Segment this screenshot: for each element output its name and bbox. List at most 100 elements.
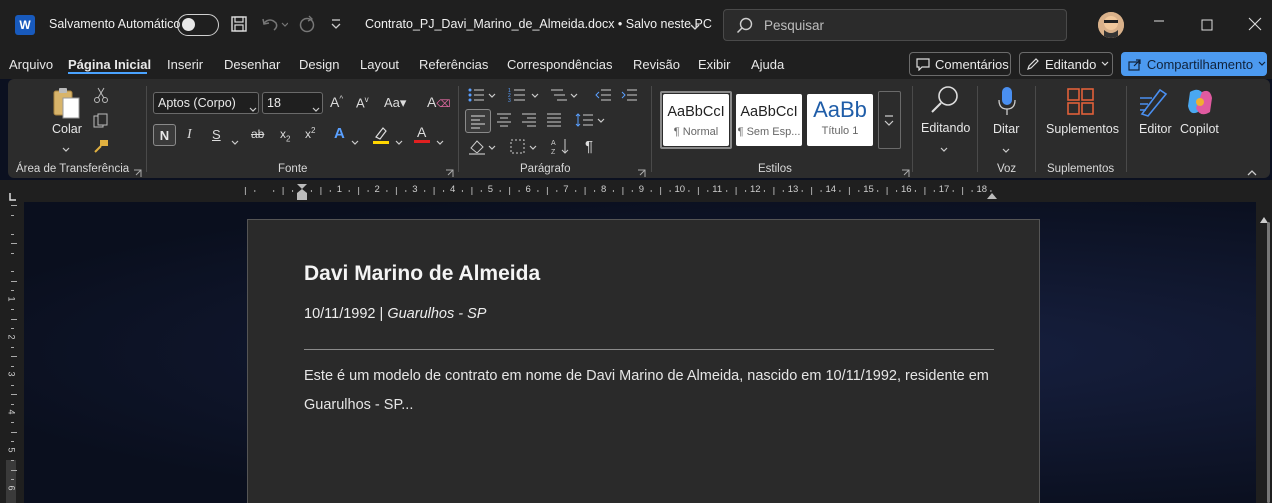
copilot-icon[interactable] — [1184, 86, 1216, 123]
add-ins-button-label[interactable]: Suplementos — [1046, 122, 1119, 136]
ruler-number: 17 — [938, 184, 950, 195]
vruler-margin — [6, 460, 16, 503]
share-button[interactable]: Compartilhamento — [1121, 52, 1267, 76]
paste-label[interactable]: Colar — [52, 122, 82, 136]
add-ins-icon[interactable] — [1066, 87, 1096, 122]
document-heading[interactable]: Davi Marino de Almeida — [304, 262, 540, 286]
align-left-button[interactable] — [465, 109, 491, 133]
vruler-number: 6 — [6, 484, 17, 491]
align-right-icon[interactable] — [520, 112, 538, 133]
editor-icon[interactable] — [1138, 86, 1170, 123]
superscript-icon[interactable]: x2 — [305, 126, 315, 141]
search-box[interactable]: Pesquisar — [723, 9, 1067, 41]
document-title[interactable]: Contrato_PJ_Davi_Marino_de_Almeida.docx … — [365, 17, 712, 31]
vertical-ruler[interactable]: 1 2 3 4 5 6 — [0, 202, 24, 503]
autosave-toggle[interactable] — [177, 14, 219, 36]
minimize-button[interactable] — [1153, 14, 1165, 32]
clear-formatting-icon[interactable]: A⌫ — [427, 94, 450, 110]
format-painter-icon[interactable] — [93, 138, 109, 159]
copilot-label[interactable]: Copilot — [1180, 122, 1219, 136]
chevron-down-icon[interactable] — [395, 133, 403, 151]
text-effects-icon[interactable]: A — [334, 125, 345, 142]
customize-toolbar-icon[interactable] — [330, 17, 342, 35]
chevron-down-icon — [312, 100, 320, 118]
editing-mode-button[interactable]: Editando — [1019, 52, 1113, 76]
align-center-icon[interactable] — [495, 112, 513, 133]
paste-icon[interactable] — [51, 86, 83, 125]
shrink-font-icon[interactable]: Av — [356, 95, 369, 110]
tab-revisao[interactable]: Revisão — [633, 57, 680, 72]
dictate-label[interactable]: Ditar — [993, 122, 1019, 136]
tab-pagina-inicial[interactable]: Página Inicial — [68, 57, 151, 72]
justify-icon[interactable] — [545, 112, 563, 133]
bold-button[interactable]: N — [153, 124, 176, 146]
tab-referencias[interactable]: Referências — [419, 57, 488, 72]
font-name-select[interactable]: Aptos (Corpo) — [153, 92, 259, 114]
style-normal[interactable]: AaBbCcI ¶ Normal — [663, 94, 729, 146]
borders-icon[interactable] — [509, 138, 539, 161]
change-case-icon[interactable]: Aa▾ — [384, 95, 406, 111]
tab-design[interactable]: Design — [299, 57, 339, 72]
ruler-number: 13 — [787, 184, 799, 195]
multilevel-list-icon[interactable] — [549, 87, 581, 108]
chevron-down-icon[interactable] — [62, 140, 70, 158]
tab-desenhar[interactable]: Desenhar — [224, 57, 280, 72]
tab-layout[interactable]: Layout — [360, 57, 399, 72]
document-page[interactable]: Davi Marino de Almeida 10/11/1992 | Guar… — [247, 219, 1040, 503]
vruler-tick — [11, 394, 17, 396]
save-icon[interactable] — [230, 15, 248, 33]
sort-icon[interactable]: AZ — [551, 137, 573, 162]
vruler-tick — [11, 233, 14, 235]
style-heading-1[interactable]: AaBb Título 1 — [807, 94, 873, 146]
undo-icon[interactable] — [260, 15, 289, 38]
vruler-tick — [11, 469, 17, 471]
chevron-down-icon[interactable] — [436, 133, 444, 151]
increase-indent-icon[interactable] — [621, 87, 639, 108]
cut-icon[interactable] — [93, 87, 109, 108]
search-input[interactable]: Pesquisar — [764, 18, 824, 33]
highlight-icon[interactable] — [372, 125, 390, 150]
tab-arquivo[interactable]: Arquivo — [9, 57, 53, 72]
shading-icon[interactable] — [468, 138, 498, 161]
chevron-down-icon[interactable] — [940, 140, 948, 158]
numbering-icon[interactable]: 123 — [508, 87, 542, 108]
scroll-thumb[interactable] — [1267, 222, 1270, 503]
underline-button[interactable]: S — [212, 127, 221, 142]
editor-label[interactable]: Editor — [1139, 122, 1172, 136]
subscript-icon[interactable]: x2 — [280, 127, 290, 143]
svg-text:3: 3 — [508, 98, 511, 103]
tab-ajuda[interactable]: Ajuda — [751, 57, 784, 72]
strikethrough-icon[interactable]: ab — [251, 127, 264, 141]
redo-icon[interactable] — [297, 15, 317, 38]
avatar[interactable] — [1098, 12, 1124, 38]
editing-label[interactable]: Editando — [921, 121, 970, 135]
style-no-spacing[interactable]: AaBbCcI ¶ Sem Esp... — [736, 94, 802, 146]
font-color-icon[interactable]: A — [413, 124, 431, 149]
document-body-text[interactable]: Este é um modelo de contrato em nome de … — [304, 362, 994, 420]
tab-correspondencias[interactable]: Correspondências — [507, 57, 613, 72]
italic-button[interactable]: I — [187, 127, 192, 143]
ruler-number: 7 — [563, 184, 569, 195]
decrease-indent-icon[interactable] — [595, 87, 613, 108]
vertical-scrollbar[interactable] — [1256, 202, 1272, 503]
chevron-down-icon[interactable] — [1002, 141, 1010, 159]
chevron-down-icon[interactable] — [690, 19, 700, 37]
horizontal-ruler[interactable]: 1 2 3 4 5 6 7 8 9 10 11 12 13 14 15 16 17 18 — [0, 180, 1272, 202]
line-spacing-icon[interactable] — [575, 112, 607, 133]
microphone-icon[interactable] — [996, 86, 1018, 123]
find-icon[interactable] — [928, 84, 962, 121]
add-ins-group-label: Suplementos — [1047, 163, 1115, 175]
close-button[interactable] — [1248, 17, 1262, 35]
chevron-down-icon[interactable] — [351, 133, 359, 151]
copy-icon[interactable] — [93, 113, 109, 134]
styles-more-button[interactable] — [878, 91, 901, 149]
grow-font-icon[interactable]: A^ — [330, 94, 343, 110]
bullets-icon[interactable] — [467, 87, 499, 108]
document-info-line[interactable]: 10/11/1992 | Guarulhos - SP — [304, 306, 486, 322]
show-marks-icon[interactable]: ¶ — [585, 138, 593, 155]
chevron-down-icon[interactable] — [231, 133, 239, 151]
comments-button[interactable]: Comentários — [909, 52, 1011, 76]
tab-exibir[interactable]: Exibir — [698, 57, 731, 72]
maximize-button[interactable] — [1201, 18, 1213, 35]
tab-inserir[interactable]: Inserir — [167, 57, 203, 72]
